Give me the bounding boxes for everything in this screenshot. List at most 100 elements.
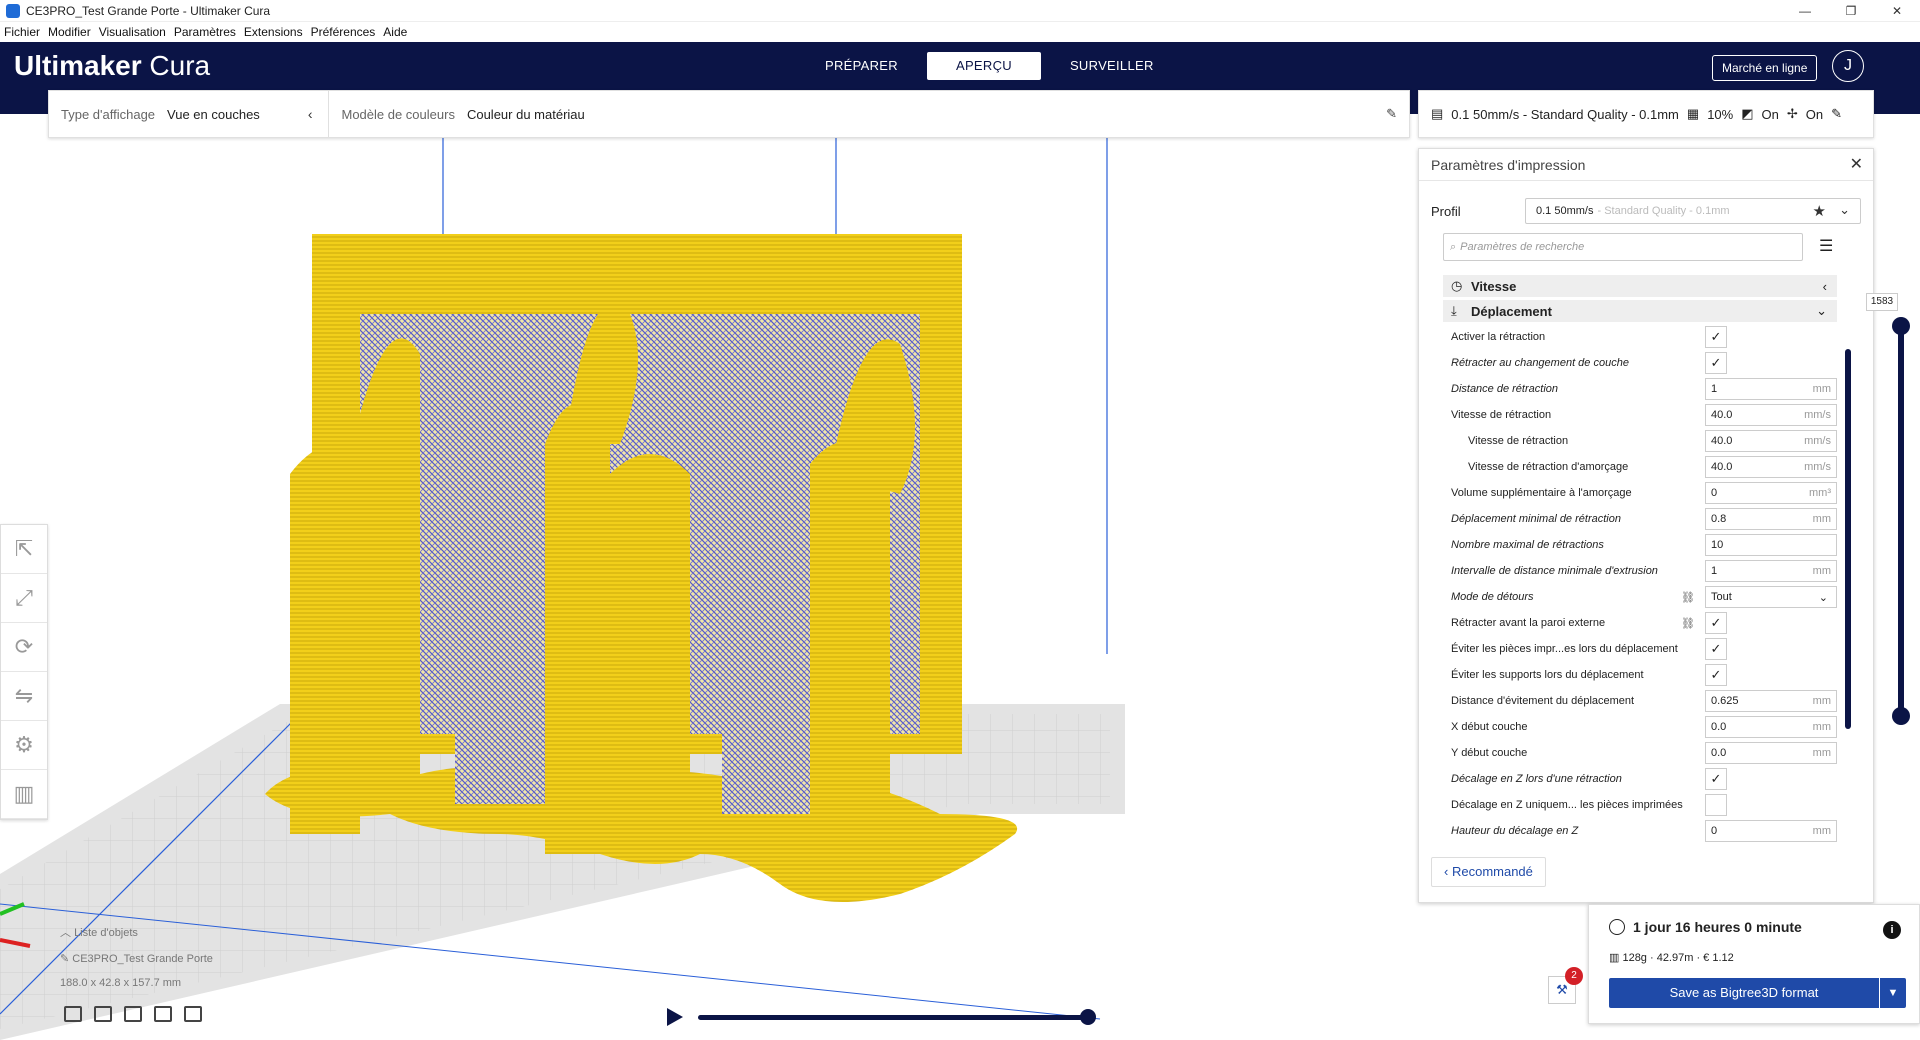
layer-slider-bottom-handle[interactable] [1892,707,1910,725]
setting-input[interactable]: 0.0 mm [1705,742,1837,764]
chevron-left-icon[interactable]: ‹ [308,106,313,122]
tab-preview[interactable]: APERÇU [926,52,1041,80]
settings-search-input[interactable]: ⌕ Paramètres de recherche [1443,233,1803,261]
menu-edit[interactable]: Modifier [48,25,91,39]
star-icon[interactable]: ★ [1813,202,1826,220]
chevron-down-icon[interactable]: ▼ [1880,978,1906,1008]
close-icon[interactable]: ✕ [1850,149,1863,181]
setting-label: Rétracter avant la paroi externe [1451,617,1606,629]
print-setup-bar[interactable]: ▤ 0.1 50mm/s - Standard Quality - 0.1mm … [1418,90,1874,138]
setting-input[interactable]: 0 mm [1705,820,1837,842]
model-column-mid [610,454,690,814]
chevron-left-icon[interactable]: ‹ [1823,279,1827,294]
view-type-value[interactable]: Vue en couches [167,107,260,122]
setting-input[interactable]: 1 mm [1705,378,1837,400]
menu-help[interactable]: Aide [383,25,407,39]
category-travel[interactable]: ⤓ Déplacement ⌄ [1443,300,1837,322]
per-model-settings-icon[interactable]: ⚙ [1,721,47,770]
window-titlebar: CE3PRO_Test Grande Porte - Ultimaker Cur… [0,0,1920,22]
chevron-down-icon[interactable]: ⌄ [1816,303,1827,319]
rotate-tool-icon[interactable]: ⟳ [1,623,47,672]
menu-preferences[interactable]: Préférences [311,25,376,39]
setting-input[interactable]: 0 mm³ [1705,482,1837,504]
setting-select[interactable]: Tout ⌄ [1705,586,1837,608]
pencil-icon[interactable]: ✎ [1831,106,1842,122]
play-icon[interactable] [667,1008,683,1026]
pencil-icon[interactable]: ✎ [1386,106,1397,122]
mirror-tool-icon[interactable]: ⇋ [1,672,47,721]
setting-row: Intervalle de distance minimale d'extrus… [1443,558,1837,584]
menu-extensions[interactable]: Extensions [244,25,303,39]
setting-input[interactable]: 10 [1705,534,1837,556]
move-tool-icon[interactable]: ⇱ [1,525,47,574]
layer-number-field[interactable]: 1583 [1866,293,1898,311]
setting-checkbox[interactable]: ✓ [1705,664,1727,686]
marketplace-button[interactable]: Marché en ligne [1712,55,1818,81]
setting-checkbox[interactable]: ✓ [1705,326,1727,348]
close-icon[interactable]: ✕ [1874,0,1920,22]
account-avatar[interactable]: J [1832,50,1864,82]
simulation-timeline[interactable] [698,1015,1088,1020]
menu-view[interactable]: Visualisation [99,25,166,39]
chevron-down-icon[interactable]: ⌄ [1839,202,1850,218]
link-icon[interactable]: ⛓ [1681,617,1695,630]
view-options-bar: Type d'affichage Vue en couches ‹ Modèle… [48,90,1410,138]
setting-label: Vitesse de rétraction [1468,435,1569,447]
object-dimensions: 188.0 x 42.8 x 157.7 mm [60,977,182,989]
settings-scrollbar[interactable] [1845,349,1851,729]
tab-monitor[interactable]: SURVEILLER [1041,52,1183,80]
link-icon[interactable]: ⛓ [1681,591,1695,604]
view-front-icon[interactable] [94,1006,112,1022]
view-3d-icon[interactable] [64,1006,82,1022]
setting-row: X début couche 0.0 mm [1443,714,1837,740]
material-estimate-row: ▥ 128g · 42.97m · € 1.12 [1609,951,1734,964]
setting-input[interactable]: 1 mm [1705,560,1837,582]
setting-unit: mm/s [1804,435,1831,447]
setting-unit: mm³ [1809,487,1831,499]
view-right-icon[interactable] [184,1006,202,1022]
setting-input[interactable]: 0.0 mm [1705,716,1837,738]
minimize-icon[interactable]: — [1782,0,1828,22]
maximize-icon[interactable]: ❐ [1828,0,1874,22]
save-to-file-button[interactable]: Save as Bigtree3D format [1609,978,1879,1008]
view-top-icon[interactable] [124,1006,142,1022]
scale-tool-icon[interactable]: ⤢ [1,574,47,623]
support-blocker-icon[interactable]: ▥ [1,770,47,819]
setting-label: Hauteur du décalage en Z [1451,825,1579,837]
timeline-handle[interactable] [1080,1009,1096,1025]
setting-input[interactable]: 40.0 mm/s [1705,430,1837,452]
color-scheme-value[interactable]: Couleur du matériau [467,107,585,122]
setting-label: Nombre maximal de rétractions [1451,539,1604,551]
object-name: CE3PRO_Test Grande Porte [72,953,213,965]
marketplace-plugins-button[interactable]: ⚒ 2 [1548,967,1583,1004]
setting-input[interactable]: 40.0 mm/s [1705,404,1837,426]
layer-slider-top-handle[interactable] [1892,317,1910,335]
tab-prepare[interactable]: PRÉPARER [796,52,927,80]
setting-checkbox[interactable]: ✓ [1705,612,1727,634]
menu-settings[interactable]: Paramètres [174,25,236,39]
view-left-icon[interactable] [154,1006,172,1022]
layer-slider-track[interactable] [1898,326,1904,716]
setting-checkbox[interactable]: ✓ [1705,768,1727,790]
adhesion-value: On [1805,106,1824,122]
recommended-button[interactable]: ‹ Recommandé [1431,857,1546,887]
profile-select[interactable]: 0.1 50mm/s - Standard Quality - 0.1mm ★ … [1525,198,1861,224]
setting-value: 40.0 [1711,409,1733,421]
setting-input[interactable]: 0.625 mm [1705,690,1837,712]
setting-row: Rétracter avant la paroi externe ⛓ ✓ [1443,610,1837,636]
info-icon[interactable]: i [1883,921,1901,939]
setting-checkbox[interactable] [1705,794,1727,816]
setting-input[interactable]: 0.8 mm [1705,508,1837,530]
setting-label: X début couche [1451,721,1528,733]
setting-checkbox[interactable]: ✓ [1705,352,1727,374]
menu-icon[interactable]: ☰ [1819,233,1833,261]
profile-value: 0.1 50mm/s [1536,205,1594,217]
object-list-toggle[interactable]: ︿ Liste d'objets [60,924,213,940]
object-name-row[interactable]: ✎ CE3PRO_Test Grande Porte [60,952,213,965]
setting-input[interactable]: 40.0 mm/s [1705,456,1837,478]
setting-row: Vitesse de rétraction d'amorçage 40.0 mm/s [1443,454,1837,480]
category-speed[interactable]: ◷ Vitesse ‹ [1443,275,1837,297]
menu-file[interactable]: Fichier [4,25,40,39]
setting-checkbox[interactable]: ✓ [1705,638,1727,660]
setting-row: Mode de détours ⛓ Tout ⌄ [1443,584,1837,610]
